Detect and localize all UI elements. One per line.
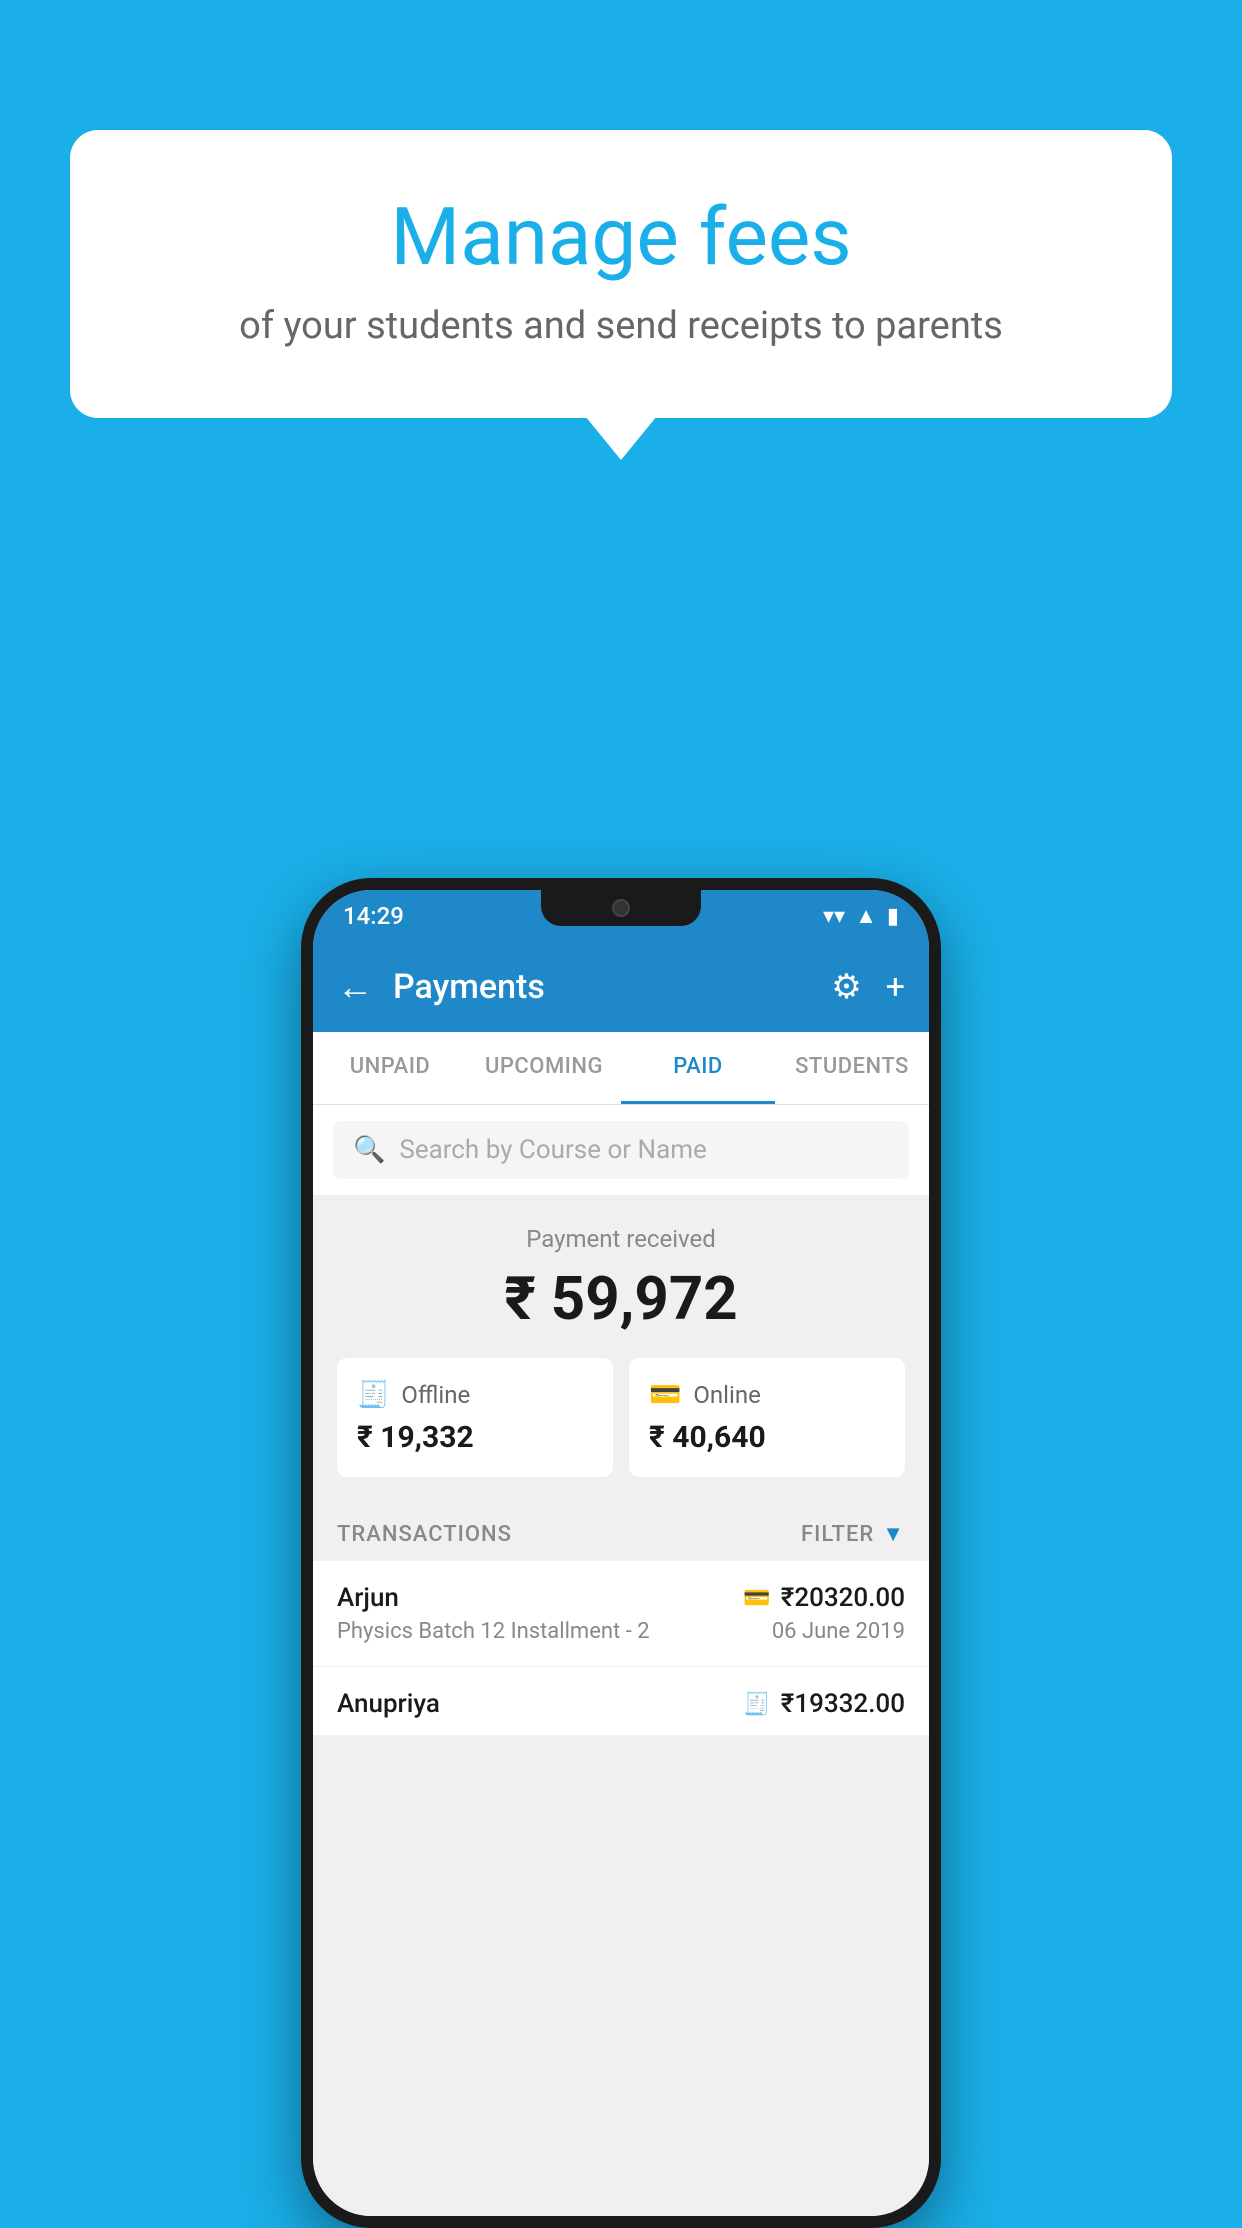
offline-payment-icon: 🧾 <box>743 1692 770 1717</box>
offline-card: 🧾 Offline ₹ 19,332 <box>337 1358 613 1477</box>
online-label: Online <box>693 1381 760 1409</box>
transactions-header: TRANSACTIONS FILTER ▼ <box>313 1501 929 1561</box>
status-icons: ▾▾ ▲ ▮ <box>823 903 899 929</box>
transaction-course: Physics Batch 12 Installment - 2 <box>337 1619 650 1644</box>
app-bar-title: Payments <box>393 967 831 1007</box>
filter-label: FILTER <box>801 1522 874 1547</box>
tab-unpaid[interactable]: UNPAID <box>313 1032 467 1104</box>
transaction-date: 06 June 2019 <box>772 1619 905 1644</box>
online-icon: 💳 <box>649 1380 681 1410</box>
battery-icon: ▮ <box>887 904 899 929</box>
table-row[interactable]: Anupriya 🧾 ₹19332.00 <box>313 1667 929 1735</box>
payment-total-amount: ₹ 59,972 <box>337 1263 905 1334</box>
filter-button[interactable]: FILTER ▼ <box>801 1521 905 1547</box>
tab-paid[interactable]: PAID <box>621 1032 775 1104</box>
back-button[interactable]: ← <box>337 966 373 1008</box>
search-bar[interactable]: 🔍 Search by Course or Name <box>333 1121 909 1179</box>
online-card-header: 💳 Online <box>649 1380 885 1410</box>
payment-summary: Payment received ₹ 59,972 🧾 Offline ₹ 19… <box>313 1195 929 1501</box>
transactions-label: TRANSACTIONS <box>337 1522 512 1547</box>
search-icon: 🔍 <box>353 1135 385 1165</box>
phone-screen: 14:29 ▾▾ ▲ ▮ ← Payments ⚙ + UNPAID UPCOM… <box>313 890 929 2216</box>
transactions-list: Arjun 💳 ₹20320.00 Physics Batch 12 Insta… <box>313 1561 929 1735</box>
speech-bubble-title: Manage fees <box>150 190 1092 284</box>
payment-label: Payment received <box>337 1225 905 1253</box>
transaction-amount: ₹20320.00 <box>781 1583 905 1613</box>
payment-cards: 🧾 Offline ₹ 19,332 💳 Online ₹ 40,640 <box>337 1358 905 1477</box>
transaction-amount-container: 💳 ₹20320.00 <box>743 1583 905 1613</box>
wifi-icon: ▾▾ <box>823 904 845 929</box>
transaction-name: Arjun <box>337 1583 399 1613</box>
content-area: Payment received ₹ 59,972 🧾 Offline ₹ 19… <box>313 1195 929 2216</box>
offline-amount: ₹ 19,332 <box>357 1420 593 1455</box>
add-button[interactable]: + <box>886 967 905 1007</box>
signal-icon: ▲ <box>855 903 877 929</box>
tab-students[interactable]: STUDENTS <box>775 1032 929 1104</box>
tab-upcoming[interactable]: UPCOMING <box>467 1032 621 1104</box>
online-amount: ₹ 40,640 <box>649 1420 885 1455</box>
transaction-row-top: Arjun 💳 ₹20320.00 <box>337 1583 905 1613</box>
offline-icon: 🧾 <box>357 1380 389 1410</box>
settings-button[interactable]: ⚙ <box>831 967 861 1007</box>
status-time: 14:29 <box>343 902 404 930</box>
camera <box>612 899 630 917</box>
speech-bubble-container: Manage fees of your students and send re… <box>70 130 1172 418</box>
app-bar: ← Payments ⚙ + <box>313 942 929 1032</box>
phone-frame: 14:29 ▾▾ ▲ ▮ ← Payments ⚙ + UNPAID UPCOM… <box>301 878 941 2228</box>
transaction-row-bottom: Physics Batch 12 Installment - 2 06 June… <box>337 1619 905 1644</box>
transaction-amount: ₹19332.00 <box>781 1689 905 1719</box>
transaction-amount-container: 🧾 ₹19332.00 <box>743 1689 905 1719</box>
speech-bubble-subtitle: of your students and send receipts to pa… <box>150 304 1092 348</box>
offline-card-header: 🧾 Offline <box>357 1380 593 1410</box>
speech-bubble: Manage fees of your students and send re… <box>70 130 1172 418</box>
filter-icon: ▼ <box>882 1521 905 1547</box>
search-input[interactable]: Search by Course or Name <box>399 1135 706 1165</box>
transaction-row-top: Anupriya 🧾 ₹19332.00 <box>337 1689 905 1719</box>
offline-label: Offline <box>401 1381 470 1409</box>
phone-notch <box>541 890 701 926</box>
app-bar-actions: ⚙ + <box>831 967 905 1007</box>
online-payment-icon: 💳 <box>743 1586 770 1611</box>
online-card: 💳 Online ₹ 40,640 <box>629 1358 905 1477</box>
tabs: UNPAID UPCOMING PAID STUDENTS <box>313 1032 929 1105</box>
transaction-name: Anupriya <box>337 1689 440 1719</box>
table-row[interactable]: Arjun 💳 ₹20320.00 Physics Batch 12 Insta… <box>313 1561 929 1667</box>
search-bar-container: 🔍 Search by Course or Name <box>313 1105 929 1195</box>
